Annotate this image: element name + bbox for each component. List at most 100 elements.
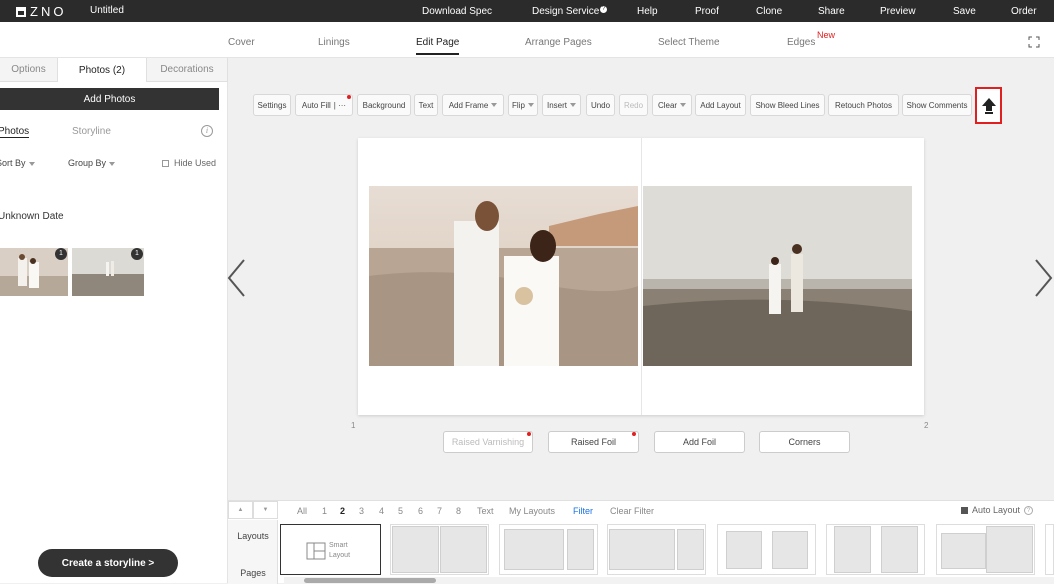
background-button[interactable]: Background: [357, 94, 411, 116]
smart-layout-label: Smart Layout: [329, 542, 351, 559]
tab-cover[interactable]: Cover: [228, 37, 255, 48]
nav-clone[interactable]: Clone: [756, 6, 782, 17]
undo-button[interactable]: Undo: [586, 94, 615, 116]
hide-used-checkbox[interactable]: Hide Used: [162, 158, 216, 168]
right-page-number: 2: [924, 421, 929, 430]
raised-varnishing-button[interactable]: Raised Varnishing: [443, 431, 533, 453]
editor-workspace: Settings Auto Fill | ··· Background Text …: [226, 58, 1054, 500]
document-title[interactable]: Untitled: [90, 5, 124, 16]
retouch-photos-button[interactable]: Retouch Photos: [828, 94, 899, 116]
filter-my-layouts[interactable]: My Layouts: [509, 506, 555, 516]
clear-filter-button[interactable]: Clear Filter: [610, 506, 654, 516]
clear-button[interactable]: Clear: [652, 94, 692, 116]
show-comments-button[interactable]: Show Comments: [902, 94, 972, 116]
scrollbar-thumb[interactable]: [304, 578, 436, 583]
filter-7[interactable]: 7: [437, 506, 442, 516]
filter-4[interactable]: 4: [379, 506, 384, 516]
info-icon[interactable]: i: [201, 125, 213, 137]
filter-5[interactable]: 5: [398, 506, 403, 516]
expand-down-icon[interactable]: ▼: [253, 501, 278, 519]
filter-6[interactable]: 6: [418, 506, 423, 516]
storyline-subtab[interactable]: Storyline: [72, 126, 111, 137]
couple-walking-photo: [643, 186, 912, 366]
add-foil-button[interactable]: Add Foil: [654, 431, 745, 453]
next-page-icon[interactable]: [1034, 258, 1054, 298]
left-page-photo[interactable]: [369, 186, 638, 366]
left-panel: Options Photos (2) Decorations Add Photo…: [0, 58, 228, 583]
more-icon: | ···: [333, 100, 347, 110]
nav-preview[interactable]: Preview: [880, 6, 916, 17]
left-page-number: 1: [351, 421, 356, 430]
layout-thumbnail[interactable]: [499, 524, 598, 575]
smart-layout-icon: [306, 542, 326, 560]
auto-layout-checkbox[interactable]: Auto Layout ?: [961, 505, 1034, 515]
right-page-photo[interactable]: [643, 186, 912, 366]
sort-by-dropdown[interactable]: Sort By: [0, 158, 35, 168]
fullscreen-icon[interactable]: [1028, 36, 1040, 48]
notification-dot: [347, 95, 351, 99]
add-photos-button[interactable]: Add Photos: [0, 88, 219, 110]
layout-thumbnail[interactable]: [1045, 524, 1054, 575]
nav-save[interactable]: Save: [953, 6, 976, 17]
filter-text[interactable]: Text: [477, 506, 494, 516]
nav-design-service[interactable]: Design Service?: [532, 5, 608, 17]
top-bar: ZNO Untitled Download Spec Design Servic…: [0, 0, 1054, 22]
filter-button[interactable]: Filter: [573, 506, 593, 516]
flip-button[interactable]: Flip: [508, 94, 538, 116]
tab-edges[interactable]: Edges: [787, 37, 815, 48]
tab-edit-page[interactable]: Edit Page: [416, 37, 460, 55]
tab-layouts[interactable]: Layouts: [228, 531, 278, 541]
notification-dot: [632, 432, 636, 436]
chevron-down-icon: [28, 161, 35, 166]
usage-count-badge: 1: [131, 248, 143, 260]
settings-button[interactable]: Settings: [253, 94, 291, 116]
filter-3[interactable]: 3: [359, 506, 364, 516]
raised-foil-button[interactable]: Raised Foil: [548, 431, 639, 453]
auto-fill-button[interactable]: Auto Fill | ···: [295, 94, 353, 116]
add-frame-button[interactable]: Add Frame: [442, 94, 504, 116]
couple-embrace-photo: [369, 186, 638, 366]
tab-pages[interactable]: Pages: [228, 568, 278, 578]
layout-thumbnail[interactable]: [390, 524, 489, 575]
nav-order[interactable]: Order: [1011, 6, 1037, 17]
filter-all[interactable]: All: [297, 506, 307, 516]
insert-button[interactable]: Insert: [542, 94, 581, 116]
layout-thumbnail[interactable]: [607, 524, 706, 575]
tab-select-theme[interactable]: Select Theme: [658, 37, 720, 48]
filter-2[interactable]: 2: [340, 506, 345, 516]
tab-photos[interactable]: Photos (2): [58, 58, 147, 82]
redo-button[interactable]: Redo: [619, 94, 648, 116]
tab-arrange-pages[interactable]: Arrange Pages: [525, 37, 592, 48]
collapse-up-icon[interactable]: ▲: [228, 501, 253, 519]
layout-thumbnail[interactable]: [717, 524, 816, 575]
previous-page-icon[interactable]: [226, 258, 246, 298]
sub-nav: Cover Linings Edit Page Arrange Pages Se…: [0, 22, 1054, 58]
create-storyline-button[interactable]: Create a storyline >: [38, 549, 178, 577]
nav-download-spec[interactable]: Download Spec: [422, 6, 492, 17]
chevron-down-icon: [570, 103, 576, 107]
show-bleed-lines-button[interactable]: Show Bleed Lines: [750, 94, 825, 116]
group-by-dropdown[interactable]: Group By: [68, 158, 116, 168]
tab-linings[interactable]: Linings: [318, 37, 350, 48]
filter-8[interactable]: 8: [456, 506, 461, 516]
photos-subtab[interactable]: Photos: [0, 126, 30, 138]
nav-help[interactable]: Help: [637, 6, 658, 17]
corners-button[interactable]: Corners: [759, 431, 850, 453]
tab-options[interactable]: Options: [0, 58, 58, 82]
layout-thumbnail-smart[interactable]: Smart Layout: [280, 524, 381, 575]
zno-logo[interactable]: ZNO: [16, 4, 66, 19]
tab-decorations[interactable]: Decorations: [147, 58, 228, 82]
add-layout-button[interactable]: Add Layout: [695, 94, 746, 116]
layout-thumbnail[interactable]: [826, 524, 925, 575]
help-icon[interactable]: ?: [1024, 505, 1034, 515]
upload-arrow-icon: [981, 97, 996, 114]
nav-share[interactable]: Share: [818, 6, 845, 17]
text-button[interactable]: Text: [414, 94, 438, 116]
nav-proof[interactable]: Proof: [695, 6, 719, 17]
upload-button[interactable]: [975, 87, 1002, 124]
filter-1[interactable]: 1: [322, 506, 327, 516]
notification-dot: [527, 432, 531, 436]
page-spread[interactable]: [358, 138, 924, 415]
chevron-down-icon: [680, 103, 687, 107]
layout-thumbnail[interactable]: [936, 524, 1035, 575]
